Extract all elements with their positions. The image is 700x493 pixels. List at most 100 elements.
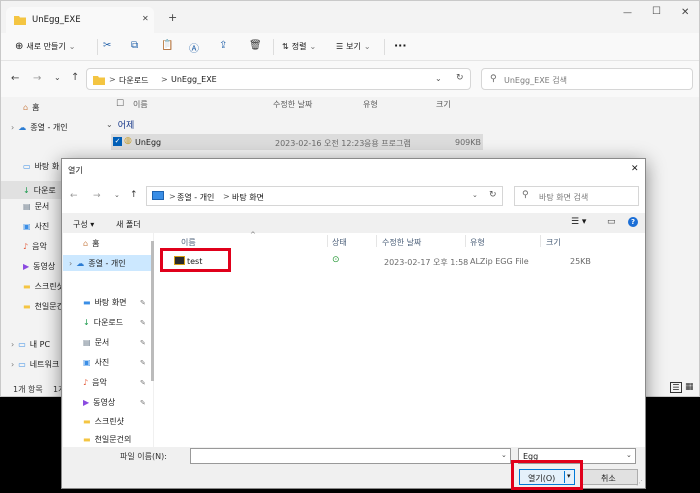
download-icon: ↓ [23,185,30,195]
minimize-icon[interactable]: — [623,8,632,18]
explorer-tab[interactable]: UnEgg_EXE ✕ [6,7,154,33]
dialog-address-bar[interactable]: > 종열 - 개인 > 바탕 화면 ⌄ ↻ [146,186,503,206]
pin-icon[interactable]: ✎ [140,379,146,387]
nav-home[interactable]: ⌂ 홈 [23,102,39,113]
column-modified[interactable]: 수정한 날짜 [382,237,421,248]
copy-icon[interactable]: ⧉ [131,40,138,51]
recent-dropdown-icon[interactable]: ⌄ [54,73,61,82]
delete-icon[interactable]: 🗑 [249,40,262,51]
details-view-icon[interactable]: ☰ [670,382,682,393]
checkbox-checked-icon[interactable]: ✓ [113,137,122,146]
back-icon[interactable]: ← [70,191,78,201]
rename-icon[interactable]: Ⓐ [189,40,199,55]
sort-button[interactable]: ⇅ 정렬 ⌄ [282,41,316,52]
dlg-nav-onedrive[interactable]: › ☁ 종열 - 개인 [63,255,153,271]
view-menu-icon[interactable]: ☰ ▾ [571,217,586,227]
video-icon: ▶ [83,398,90,407]
pin-icon[interactable]: ✎ [140,339,146,347]
file-row-unegg[interactable]: ✓ ◍ UnEgg 2023-02-16 오전 12:23 응용 프로그램 90… [111,134,483,150]
refresh-icon[interactable]: ↻ [456,73,464,83]
chevron-down-icon[interactable]: ⌄ [501,451,507,459]
explorer-search-box[interactable]: ⚲ UnEgg_EXE 검색 [481,68,693,90]
dlg-nav-desktop[interactable]: ▬ 바탕 화면 [83,297,127,308]
column-name[interactable]: 이름 [181,237,196,248]
address-dropdown-icon[interactable]: ⌄ [472,191,478,199]
help-icon[interactable]: ? [628,217,638,227]
dlg-nav-home[interactable]: ⌂ 홈 [83,238,99,249]
up-icon[interactable]: ↑ [130,190,138,200]
column-status[interactable]: 상태 [332,237,347,248]
dialog-close-icon[interactable]: ✕ [631,164,639,174]
dlg-nav-chunil[interactable]: ▬ 천일문건의 [83,434,131,445]
pin-icon[interactable]: ✎ [140,359,146,367]
new-folder-button[interactable]: 새 폴더 [116,219,141,230]
dlg-nav-screenshots[interactable]: ▬ 스크린샷 [83,416,124,427]
refresh-icon[interactable]: ↻ [489,190,497,200]
dlg-nav-videos[interactable]: ▶ 동영상 [83,397,115,408]
desktop-icon: ▭ [23,162,31,171]
new-button[interactable]: ⊕ 새로 만들기 ⌄ [15,41,75,52]
window-close-icon[interactable]: ✕ [681,7,689,18]
up-icon[interactable]: ↑ [71,72,79,83]
column-name[interactable]: 이름 [133,99,148,110]
view-label: 보기 [346,42,361,51]
breadcrumb-onedrive[interactable]: 종열 - 개인 [177,192,214,203]
forward-icon[interactable]: → [33,73,41,84]
dlg-nav-pictures[interactable]: ▣ 사진 [83,357,109,368]
breadcrumb-desktop[interactable]: 바탕 화면 [232,192,264,203]
tiles-view-icon[interactable]: ▦ [685,382,694,392]
organize-button[interactable]: 구성 ▾ [73,219,94,230]
breadcrumb-unegg-exe[interactable]: UnEgg_EXE [171,75,217,84]
more-options-icon[interactable]: ··· [394,39,407,52]
nav-music[interactable]: ♪ 음악 [23,241,47,252]
dialog-search-box[interactable]: ⚲ 바탕 화면 검색 [514,186,639,206]
column-type[interactable]: 유형 [470,237,485,248]
nav-label: 문서 [94,338,110,347]
nav-network[interactable]: › ▭ 네트워크 [11,359,59,370]
view-button[interactable]: ☰ 보기 ⌄ [336,41,371,52]
folder-icon [93,76,105,85]
dlg-nav-downloads[interactable]: ↓ 다운로드 [83,317,123,328]
breadcrumb-downloads[interactable]: 다운로드 [119,75,148,86]
nav-desktop[interactable]: ▭ 바탕 화 [23,161,59,172]
nav-documents[interactable]: ▤ 문서 [23,201,49,212]
new-tab-icon[interactable]: + [168,11,177,24]
dlg-nav-music[interactable]: ♪ 음악 [83,377,107,388]
column-divider [376,235,377,247]
pin-icon[interactable]: ✎ [140,299,146,307]
group-label: 어제 [117,121,135,131]
filename-input[interactable]: ⌄ [190,448,511,464]
nav-label: 사진 [94,358,110,367]
tab-close-icon[interactable]: ✕ [142,14,149,23]
column-type[interactable]: 유형 [363,99,378,110]
recent-dropdown-icon[interactable]: ⌄ [114,191,120,199]
pin-icon[interactable]: ✎ [140,399,146,407]
maximize-icon[interactable]: ☐ [652,6,661,17]
column-modified[interactable]: 수정한 날짜 [273,99,312,110]
select-all-checkbox[interactable]: ☐ [116,99,124,109]
forward-icon[interactable]: → [93,191,101,201]
address-dropdown-icon[interactable]: ⌄ [435,74,442,83]
address-bar[interactable]: > 다운로드 > UnEgg_EXE ⌄ ↻ [86,68,471,90]
group-header[interactable]: ⌄ 어제 [106,118,134,131]
back-icon[interactable]: ← [11,73,19,84]
nav-label: 종열 - 개인 [88,258,126,268]
nav-onedrive[interactable]: › ☁ 종열 - 개인 [11,122,68,133]
resize-grip-icon[interactable]: ⋰ [636,479,643,487]
paste-icon[interactable]: 📋 [161,40,173,51]
column-size[interactable]: 크기 [546,237,561,248]
nav-chunil[interactable]: ▬ 천일문건 [23,301,64,312]
pane-icon[interactable]: ▭ [607,217,616,227]
column-size[interactable]: 크기 [436,99,451,110]
chevron-down-icon[interactable]: ⌄ [626,451,632,459]
dlg-nav-documents[interactable]: ▤ 문서 [83,337,109,348]
cancel-button[interactable]: 취소 [582,469,638,485]
nav-this-pc[interactable]: › ▭ 내 PC [11,339,50,350]
share-icon[interactable]: ⇪ [219,40,227,51]
cut-icon[interactable]: ✂ [103,40,111,51]
chevron-down-icon: ⌄ [106,120,113,129]
nav-videos[interactable]: ▶ 동영상 [23,261,55,272]
nav-pictures[interactable]: ▣ 사진 [23,221,49,232]
nav-screenshots[interactable]: ▬ 스크린샷 [23,281,64,292]
pin-icon[interactable]: ✎ [140,319,146,327]
